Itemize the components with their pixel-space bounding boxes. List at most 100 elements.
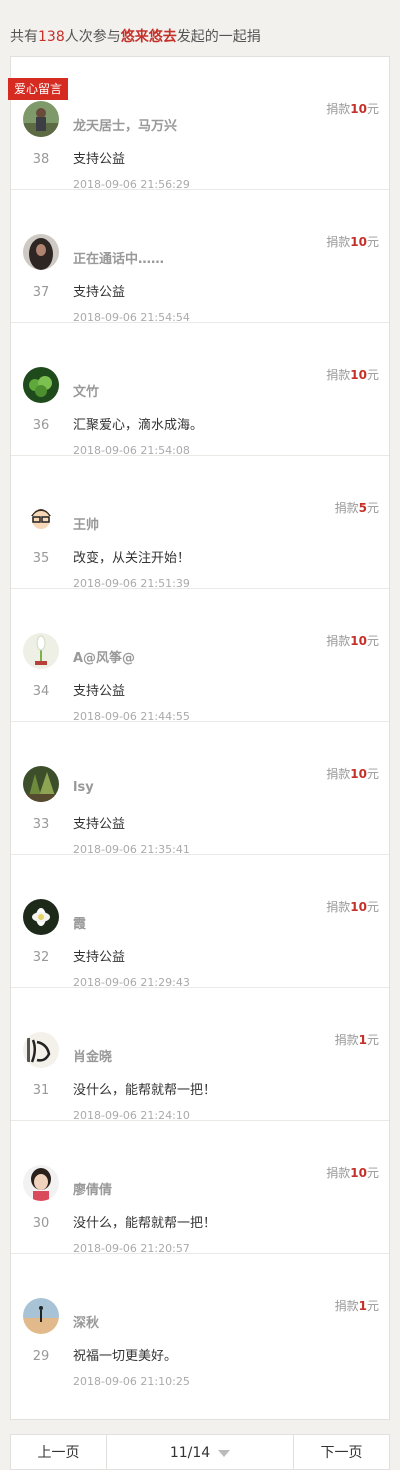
donation-amount: 捐款1元 <box>335 1031 379 1048</box>
pagination: 上一页 11/14 下一页 <box>10 1434 390 1470</box>
amount-suffix: 元 <box>366 634 379 648</box>
message-item: 31 肖金晓 捐款1元 没什么，能帮就帮一把！ 2018-09-06 21:24:10 <box>11 988 389 1122</box>
summary-suffix: 发起的一起捐 <box>176 29 261 45</box>
donor-name: 廖倩倩 <box>73 1183 113 1198</box>
message-item: 33 lsy 捐款10元 支持公益 2018-09-06 21:35:41 <box>11 722 389 856</box>
amount-prefix: 捐款 <box>334 501 359 515</box>
donation-amount: 捐款10元 <box>326 1164 379 1181</box>
message-item: 34 A@风筝@ 捐款10元 支持公益 2018-09-06 21:44:55 <box>11 589 389 723</box>
message-item: 35 王帅 捐款5元 改变，从关注开始！ 2018-09-06 21:51:39 <box>11 456 389 590</box>
donation-amount: 捐款5元 <box>335 499 379 516</box>
message-index: 30 <box>32 1216 50 1231</box>
message-index: 38 <box>32 152 50 167</box>
donor-name: 正在通话中…… <box>73 252 165 267</box>
next-page-button[interactable]: 下一页 <box>294 1435 389 1469</box>
cartoon-glasses-avatar[interactable] <box>23 500 59 536</box>
message-index: 36 <box>32 418 50 433</box>
donation-amount: 捐款10元 <box>326 100 379 117</box>
message-item: 36 文竹 捐款10元 汇聚爱心，滴水成海。 2018-09-06 21:54:08 <box>11 323 389 457</box>
message-item: 32 霞捐款10元 支持公益 2018-09-06 21:29:43 <box>11 855 389 989</box>
amount-suffix: 元 <box>366 102 379 116</box>
amount-prefix: 捐款 <box>326 102 351 116</box>
message-item: 38 龙天居士，马万兴 捐款10元 支持公益 2018-09-06 21:56:29 <box>11 57 389 191</box>
amount-value: 10 <box>350 235 367 249</box>
donation-amount: 捐款10元 <box>326 233 379 250</box>
participant-count: 138 <box>38 29 65 45</box>
amount-suffix: 元 <box>366 1299 379 1313</box>
summary-middle: 人次参与 <box>64 29 121 45</box>
message-text: 支持公益 <box>73 950 126 965</box>
amount-value: 1 <box>358 1299 367 1313</box>
donor-name: 王帅 <box>73 518 100 533</box>
dark-portrait-avatar[interactable] <box>23 234 59 270</box>
message-text: 支持公益 <box>73 285 126 300</box>
message-text: 支持公益 <box>73 152 126 167</box>
green-plant-avatar[interactable] <box>23 367 59 403</box>
amount-suffix: 元 <box>366 767 379 781</box>
amount-prefix: 捐款 <box>326 767 351 781</box>
amount-prefix: 捐款 <box>326 1166 351 1180</box>
white-flower-avatar[interactable] <box>23 633 59 669</box>
amount-suffix: 元 <box>366 501 379 515</box>
person-outdoor-avatar[interactable] <box>23 101 59 137</box>
amount-value: 10 <box>350 102 367 116</box>
initiator-link[interactable]: 悠来悠去 <box>121 29 177 45</box>
prev-page-button[interactable]: 上一页 <box>11 1435 106 1469</box>
caret-down-icon <box>218 1449 231 1457</box>
amount-value: 10 <box>350 368 367 382</box>
message-index: 37 <box>32 285 50 300</box>
donor-name: lsy <box>73 780 94 795</box>
amount-suffix: 元 <box>366 900 379 914</box>
amount-value: 10 <box>350 1166 367 1180</box>
forest-avatar[interactable] <box>23 766 59 802</box>
message-index: 34 <box>32 684 50 699</box>
donor-name: 龙天居士，马万兴 <box>73 119 178 134</box>
message-text: 没什么，能帮就帮一把！ <box>73 1216 217 1231</box>
message-text: 改变，从关注开始！ <box>73 551 191 566</box>
girl-portrait-avatar[interactable] <box>23 1165 59 1201</box>
donor-name: 霞 <box>73 917 87 932</box>
message-index: 35 <box>32 551 50 566</box>
message-text: 支持公益 <box>73 684 126 699</box>
message-text: 汇聚爱心，滴水成海。 <box>73 418 204 433</box>
page-select[interactable]: 11/14 <box>106 1435 294 1469</box>
amount-prefix: 捐款 <box>334 1033 359 1047</box>
amount-value: 10 <box>350 634 367 648</box>
donation-amount: 捐款10元 <box>326 632 379 649</box>
donation-summary: 共有138人次参与悠来悠去发起的一起捐 <box>10 26 261 46</box>
message-text: 支持公益 <box>73 817 126 832</box>
current-page-label: 11/14 <box>169 1445 211 1461</box>
message-text: 没什么，能帮就帮一把！ <box>73 1083 217 1098</box>
message-index: 31 <box>32 1083 50 1098</box>
donation-amount: 捐款1元 <box>335 1297 379 1314</box>
message-time: 2018-09-06 21:10:25 <box>73 1375 190 1388</box>
calligraphy-avatar[interactable] <box>23 1032 59 1068</box>
message-list-card: 爱心留言 38 龙天居士，马万兴 捐款10元 支持公益 2018-09-06 21:56… <box>8 56 390 1420</box>
amount-suffix: 元 <box>366 1166 379 1180</box>
amount-prefix: 捐款 <box>326 235 351 249</box>
sunset-beach-avatar[interactable] <box>23 1298 59 1334</box>
summary-prefix: 共有 <box>10 29 38 45</box>
donor-name: 深秋 <box>73 1316 100 1331</box>
donation-amount: 捐款10元 <box>326 366 379 383</box>
amount-value: 5 <box>358 501 367 515</box>
donor-name: A@风筝@ <box>73 651 136 666</box>
amount-prefix: 捐款 <box>326 634 351 648</box>
amount-value: 10 <box>350 900 367 914</box>
amount-suffix: 元 <box>366 368 379 382</box>
message-index: 29 <box>32 1349 50 1364</box>
donation-amount: 捐款10元 <box>326 765 379 782</box>
message-index: 33 <box>32 817 50 832</box>
amount-suffix: 元 <box>366 1033 379 1047</box>
lotus-avatar[interactable] <box>23 899 59 935</box>
donation-amount: 捐款10元 <box>326 898 379 915</box>
message-item: 30 廖倩倩 捐款10元 没什么，能帮就帮一把！ 2018-09-06 21:20:57 <box>11 1121 389 1255</box>
message-index: 32 <box>32 950 50 965</box>
message-text: 祝福一切更美好。 <box>73 1349 178 1364</box>
amount-prefix: 捐款 <box>326 368 351 382</box>
donor-name: 文竹 <box>73 385 100 400</box>
amount-value: 10 <box>350 767 367 781</box>
donor-name: 肖金晓 <box>73 1050 113 1065</box>
message-item: 29 深秋 捐款1元祝福一切更美好。 2018-09-06 21:10:25 <box>11 1254 389 1388</box>
amount-suffix: 元 <box>366 235 379 249</box>
